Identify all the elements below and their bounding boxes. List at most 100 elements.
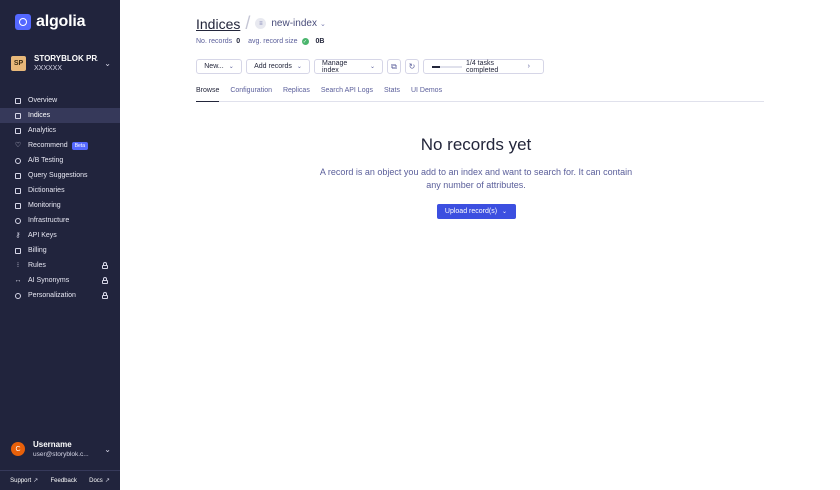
sidebar-item-label: API Keys xyxy=(28,232,57,239)
sidebar-item-label: Overview xyxy=(28,97,58,104)
docs-label: Docs xyxy=(89,477,103,484)
refresh-icon: ↻ xyxy=(408,62,416,71)
tab-stats[interactable]: Stats xyxy=(384,85,400,102)
billing-icon xyxy=(15,247,21,254)
external-link-icon: ↗ xyxy=(33,478,39,484)
sidebar-item-ai-synonyms[interactable]: ↔ AI Synonyms xyxy=(0,273,120,288)
tasks-progress-bar xyxy=(432,65,462,68)
tab-browse[interactable]: Browse xyxy=(196,85,220,102)
chevron-down-icon: ⌄ xyxy=(228,64,234,70)
lock-icon xyxy=(102,277,108,284)
indices-icon xyxy=(15,112,21,119)
copy-button[interactable]: ⧉ xyxy=(387,59,401,74)
monitor-icon xyxy=(15,202,21,209)
feedback-link[interactable]: Feedback xyxy=(50,478,76,484)
tasks-label: 1/4 tasks completed xyxy=(466,59,499,74)
sidebar-item-label: Monitoring xyxy=(28,202,61,209)
sidebar-item-personalization[interactable]: Personalization xyxy=(0,288,120,303)
new-button[interactable]: New... ⌄ xyxy=(196,59,242,74)
upload-records-button[interactable]: Upload record(s) ⌄ xyxy=(436,204,516,219)
sidebar-item-ab-testing[interactable]: A/B Testing xyxy=(0,153,120,168)
copy-icon: ⧉ xyxy=(391,61,397,71)
external-link-icon: ↗ xyxy=(104,478,110,484)
records-value: 0 xyxy=(236,38,241,45)
empty-state-title: No records yet xyxy=(420,135,532,154)
rules-icon: ⁝ xyxy=(16,262,20,269)
tasks-progress-button[interactable]: 1/4 tasks completed › xyxy=(423,59,544,74)
upload-records-label: Upload record(s) xyxy=(444,208,498,215)
tab-ui-demos[interactable]: UI Demos xyxy=(411,85,442,102)
records-label: No. records xyxy=(196,38,233,45)
chevron-down-icon: ⌄ xyxy=(369,64,375,70)
index-toolbar: New... ⌄ Add records ⌄ Manage index ⌄ ⧉ … xyxy=(196,59,548,74)
check-icon: ✓ xyxy=(301,38,309,45)
personalization-icon xyxy=(15,292,21,299)
manage-index-label: Manage index xyxy=(322,59,348,74)
chevron-right-icon: › xyxy=(527,63,530,70)
ab-testing-icon xyxy=(15,157,21,164)
index-icon: ≡ xyxy=(255,18,267,29)
suggestions-icon xyxy=(15,172,21,179)
book-icon xyxy=(15,187,21,194)
sidebar-item-label: Indices xyxy=(28,112,51,119)
add-records-label: Add records xyxy=(254,63,292,70)
docs-link[interactable]: Docs ↗ xyxy=(89,477,110,485)
refresh-button[interactable]: ↻ xyxy=(405,59,419,74)
sidebar-item-label: Query Suggestions xyxy=(28,172,88,179)
user-name: Username xyxy=(33,440,72,449)
add-records-button[interactable]: Add records ⌄ xyxy=(246,59,310,74)
empty-state: No records yet A record is an object you… xyxy=(316,135,636,219)
manage-index-button[interactable]: Manage index ⌄ xyxy=(314,59,383,74)
sidebar-item-indices[interactable]: Indices xyxy=(0,108,120,123)
sidebar-item-rules[interactable]: ⁝ Rules xyxy=(0,258,120,273)
index-selector[interactable]: new-index xyxy=(271,18,317,29)
record-size-value: 0B xyxy=(315,38,325,45)
user-menu[interactable]: C Username user@storyblok.c... ⌄ xyxy=(11,440,111,462)
tab-replicas[interactable]: Replicas xyxy=(283,85,310,102)
sidebar-item-query-suggestions[interactable]: Query Suggestions xyxy=(0,168,120,183)
algolia-mark-icon xyxy=(15,14,31,30)
sidebar-item-monitoring[interactable]: Monitoring xyxy=(0,198,120,213)
beta-badge: Beta xyxy=(71,141,88,150)
sidebar-nav: Overview Indices Analytics ♡ Recommend B… xyxy=(0,93,120,303)
sidebar-item-billing[interactable]: Billing xyxy=(0,243,120,258)
sidebar-item-label: AI Synonyms xyxy=(28,277,70,284)
key-icon: ⚷ xyxy=(15,232,21,239)
sidebar-item-recommend[interactable]: ♡ Recommend Beta xyxy=(0,138,120,153)
sidebar-item-api-keys[interactable]: ⚷ API Keys xyxy=(0,228,120,243)
sidebar-item-analytics[interactable]: Analytics xyxy=(0,123,120,138)
chevron-down-icon: ⌄ xyxy=(296,64,302,70)
sidebar: algolia SP STORYBLOK PR... XXXXXX ⌄ Over… xyxy=(0,0,120,490)
avatar: C xyxy=(11,442,25,456)
support-label: Support xyxy=(10,477,32,484)
sidebar-item-dictionaries[interactable]: Dictionaries xyxy=(0,183,120,198)
home-icon xyxy=(15,97,21,104)
index-tabs: Browse Configuration Replicas Search API… xyxy=(196,85,764,102)
feedback-label: Feedback xyxy=(50,477,77,484)
empty-state-description: A record is an object you add to an inde… xyxy=(319,167,633,190)
sidebar-item-label: Billing xyxy=(28,247,47,254)
user-email: user@storyblok.c... xyxy=(33,451,89,458)
breadcrumb: Indices / ≡ new-index ⌄ xyxy=(196,13,326,34)
synonyms-icon: ↔ xyxy=(14,277,22,284)
lock-icon xyxy=(102,292,108,299)
chevron-down-icon: ⌄ xyxy=(104,445,111,454)
app-name: STORYBLOK PR... xyxy=(34,54,98,63)
sidebar-item-overview[interactable]: Overview xyxy=(0,93,120,108)
analytics-icon xyxy=(15,127,21,134)
page-title[interactable]: Indices xyxy=(196,16,240,32)
chevron-down-icon: ⌄ xyxy=(104,59,111,68)
sidebar-item-label: Personalization xyxy=(28,292,76,299)
new-button-label: New... xyxy=(204,63,224,70)
tab-search-api-logs[interactable]: Search API Logs xyxy=(321,85,373,102)
chevron-down-icon[interactable]: ⌄ xyxy=(320,20,326,28)
sidebar-item-label: Infrastructure xyxy=(28,217,70,224)
sidebar-item-label: Recommend xyxy=(28,142,68,149)
application-switcher[interactable]: SP STORYBLOK PR... XXXXXX ⌄ xyxy=(11,54,111,74)
support-link[interactable]: Support ↗ xyxy=(10,477,39,485)
algolia-logo[interactable]: algolia xyxy=(15,13,85,31)
heart-icon: ♡ xyxy=(14,142,22,149)
tab-configuration[interactable]: Configuration xyxy=(230,85,272,102)
sidebar-item-infrastructure[interactable]: Infrastructure xyxy=(0,213,120,228)
sidebar-item-label: A/B Testing xyxy=(28,157,64,164)
